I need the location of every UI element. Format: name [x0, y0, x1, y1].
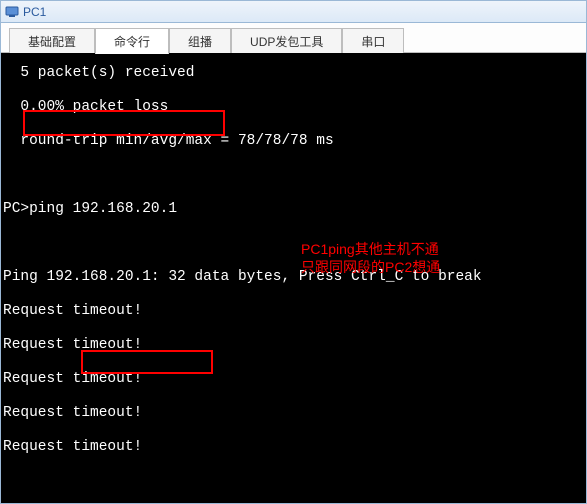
tab-basic-config[interactable]: 基础配置	[9, 28, 95, 54]
term-line: Request timeout!	[3, 439, 584, 456]
term-line	[3, 473, 584, 490]
term-line: 5 packet(s) received	[3, 65, 584, 82]
tab-label: UDP发包工具	[250, 33, 323, 50]
app-icon	[5, 5, 19, 19]
tab-serial[interactable]: 串口	[342, 28, 404, 54]
term-line: 0.00% packet loss	[3, 99, 584, 116]
tab-command-line[interactable]: 命令行	[95, 28, 169, 54]
tab-udp-tool[interactable]: UDP发包工具	[231, 28, 342, 54]
window-title: PC1	[23, 5, 46, 19]
tab-label: 组播	[188, 33, 212, 50]
term-line: Request timeout!	[3, 371, 584, 388]
term-line	[3, 167, 584, 184]
titlebar[interactable]: PC1	[1, 1, 586, 23]
tabbar: 基础配置 命令行 组播 UDP发包工具 串口	[1, 23, 586, 53]
terminal-output: 5 packet(s) received 0.00% packet loss r…	[1, 53, 586, 503]
term-line: Request timeout!	[3, 337, 584, 354]
terminal-area[interactable]: 5 packet(s) received 0.00% packet loss r…	[1, 53, 586, 503]
term-line: round-trip min/avg/max = 78/78/78 ms	[3, 133, 584, 150]
tab-label: 串口	[361, 33, 385, 50]
tab-label: 基础配置	[28, 33, 76, 50]
tab-label: 命令行	[114, 33, 150, 50]
app-window: PC1 基础配置 命令行 组播 UDP发包工具 串口 5 packet(s) r…	[0, 0, 587, 504]
term-line	[3, 235, 584, 252]
term-line: Request timeout!	[3, 303, 584, 320]
term-line: PC>ping 192.168.20.1	[3, 201, 584, 218]
term-line: Ping 192.168.20.1: 32 data bytes, Press …	[3, 269, 584, 286]
tab-multicast[interactable]: 组播	[169, 28, 231, 54]
term-line: Request timeout!	[3, 405, 584, 422]
